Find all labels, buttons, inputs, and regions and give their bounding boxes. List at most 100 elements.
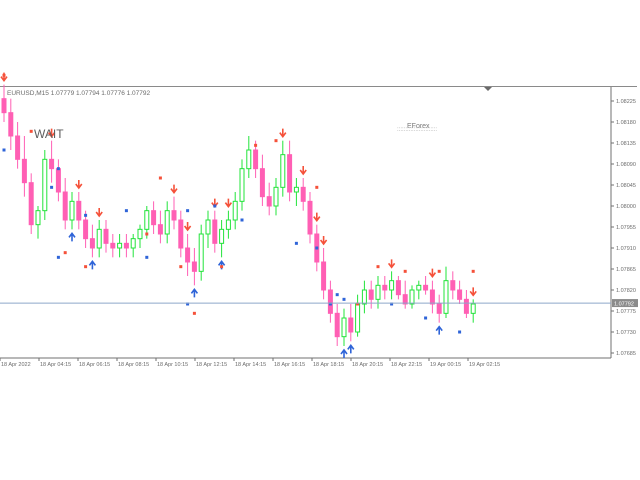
- candle-body: [1, 98, 7, 114]
- price-tick-label: 1.07910: [616, 246, 636, 252]
- sell-arrow-icon: [299, 166, 307, 176]
- indicator-dot: [274, 139, 278, 143]
- candle-body: [470, 303, 476, 314]
- time-tick-label: 18 Apr 16:15: [274, 362, 305, 368]
- candle-body: [151, 210, 157, 226]
- sell-arrow-icon: [313, 212, 321, 223]
- price-tick-label: 1.08180: [616, 120, 636, 126]
- time-tick-label: 18 Apr 12:15: [196, 362, 227, 368]
- indicator-dot: [63, 251, 67, 255]
- current-price-label: 1.07792: [614, 302, 634, 308]
- candle-body: [205, 219, 211, 235]
- indicator-dot: [186, 209, 190, 213]
- candle-body: [287, 154, 293, 193]
- buy-arrow-icon: [88, 259, 97, 270]
- buy-arrow-icon: [340, 348, 348, 358]
- candle-body: [191, 261, 197, 272]
- buy-arrow-icon: [435, 325, 443, 335]
- candle-body: [253, 149, 259, 170]
- candle-body: [355, 303, 361, 333]
- sell-arrow-icon: [469, 287, 477, 297]
- indicator-dot: [124, 209, 128, 213]
- candle-body: [321, 261, 327, 291]
- price-tick-label: 1.07730: [616, 330, 636, 336]
- price-tick-label: 1.07820: [616, 288, 636, 294]
- candle-body: [55, 168, 61, 193]
- indicator-dot: [213, 204, 217, 208]
- candle-body: [83, 219, 89, 240]
- candle-body: [382, 284, 388, 291]
- candle-body: [450, 280, 456, 291]
- time-tick-label: 18 Apr 22:15: [391, 362, 422, 368]
- candle-body: [28, 182, 34, 226]
- indicator-dot: [50, 185, 54, 189]
- candle-body: [42, 158, 48, 212]
- candle-body: [49, 158, 55, 170]
- candle-body: [185, 247, 191, 263]
- sell-arrow-icon: [279, 128, 287, 139]
- sell-arrow-icon: [319, 236, 328, 246]
- candle-body: [457, 289, 463, 300]
- indicator-dot: [471, 269, 475, 273]
- candles: [1, 84, 476, 346]
- candle-body: [239, 168, 245, 202]
- sell-arrow-icon: [428, 268, 437, 279]
- candle-body: [21, 158, 27, 184]
- indicator-dot: [158, 176, 162, 180]
- candle-body: [409, 289, 415, 305]
- candle-body: [96, 228, 102, 249]
- candle-body: [69, 200, 75, 221]
- indicator-dot: [437, 269, 441, 273]
- time-tick-label: 18 Apr 04:15: [40, 362, 71, 368]
- candle-body: [198, 233, 204, 272]
- candle-body: [273, 186, 279, 207]
- candle-body: [416, 284, 422, 291]
- candle-body: [361, 289, 367, 305]
- price-tick-label: 1.07775: [616, 309, 636, 315]
- current-price-line-group: 1.07792: [0, 299, 638, 308]
- candle-body: [293, 186, 299, 193]
- candle-body: [219, 228, 225, 244]
- indicator-dot: [342, 297, 346, 301]
- indicator-dot: [145, 255, 149, 259]
- chart-canvas[interactable]: 1.07792 1.082251.081801.081351.080901.08…: [0, 0, 640, 480]
- candle-body: [463, 298, 469, 314]
- indicator-dot: [192, 311, 196, 315]
- indicator-dot: [254, 143, 258, 147]
- sell-arrow-icon: [183, 222, 192, 232]
- candle-body: [76, 200, 82, 221]
- candle-body: [232, 200, 238, 221]
- price-tick-label: 1.08225: [616, 99, 636, 105]
- candle-body: [164, 210, 170, 235]
- candle-body: [423, 284, 429, 291]
- candle-body: [144, 210, 150, 230]
- indicator-dot: [2, 148, 6, 152]
- candle-body: [62, 191, 68, 221]
- candle-body: [375, 284, 381, 300]
- time-scale: 18 Apr 2022 18 Apr 04:15 18 Apr 06:15 18 Ap…: [0, 358, 500, 368]
- symbol-info-text: EURUSD,M15 1.07779 1.07794 1.07776 1.077…: [7, 90, 150, 97]
- candle-body: [266, 196, 272, 207]
- time-tick-label: 18 Apr 08:15: [118, 362, 149, 368]
- time-tick-label: 19 Apr 00:15: [430, 362, 461, 368]
- candle-body: [8, 112, 14, 137]
- candle-body: [334, 312, 340, 338]
- candle-body: [327, 289, 333, 314]
- buy-arrow-icon: [347, 343, 355, 354]
- indicator-dot: [29, 129, 33, 133]
- candle-body: [429, 289, 435, 305]
- indicator-dot: [335, 293, 339, 297]
- indicator-dot: [315, 185, 319, 189]
- candle-body: [178, 219, 184, 249]
- candle-body: [15, 135, 21, 160]
- time-tick-label: 18 Apr 14:15: [235, 362, 266, 368]
- candle-body: [35, 210, 41, 226]
- candle-body: [300, 186, 306, 202]
- buy-arrow-icon: [190, 287, 199, 298]
- indicator-dot: [294, 241, 298, 245]
- candle-body: [212, 219, 218, 244]
- indicator-dot: [56, 255, 60, 259]
- price-tick-label: 1.08090: [616, 162, 636, 168]
- sell-arrow-icon: [75, 180, 83, 190]
- price-tick-label: 1.07685: [616, 351, 636, 357]
